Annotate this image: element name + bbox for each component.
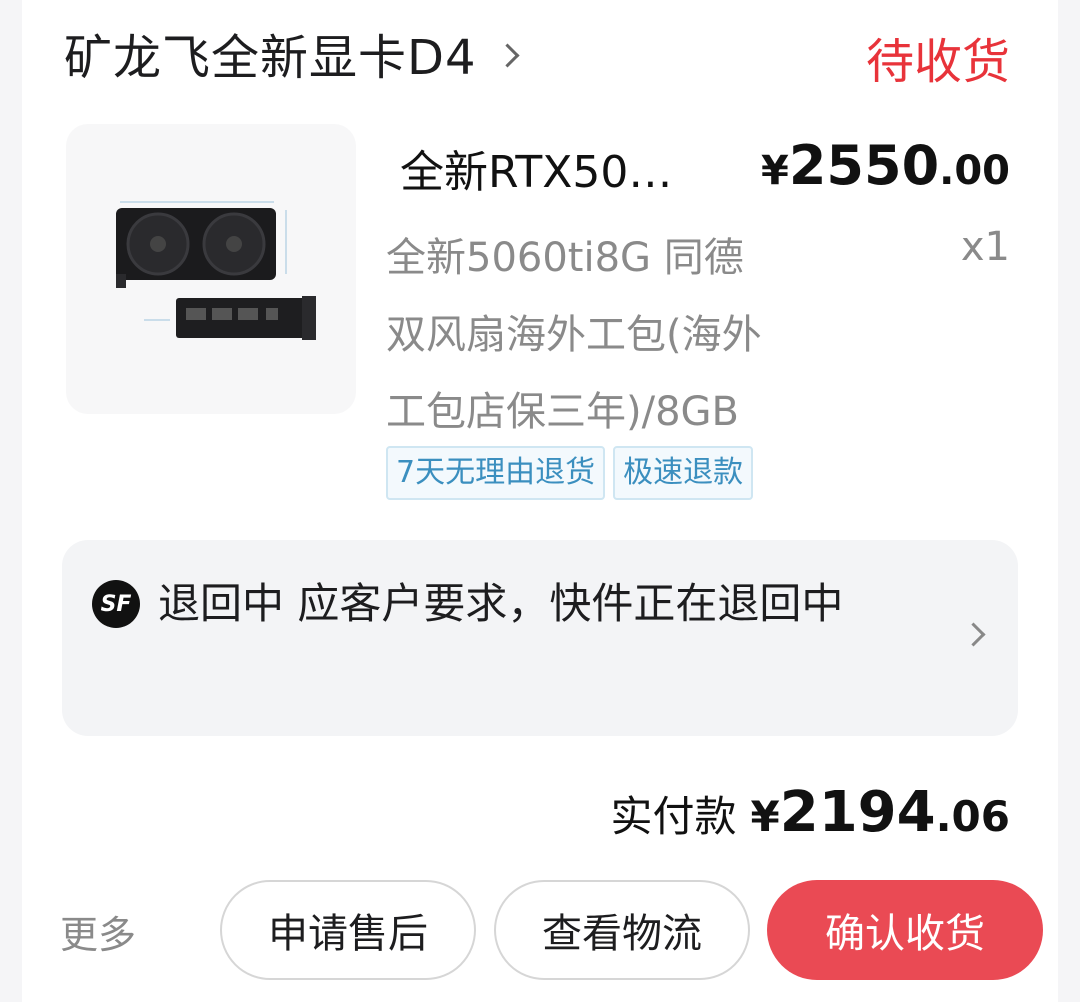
- amount-decimal: .06: [935, 792, 1010, 841]
- spec-line: 工包店保三年)/8GB: [386, 389, 739, 435]
- logistics-status: 退回中 应客户要求，快件正在退回中: [158, 579, 844, 628]
- chevron-right-icon: [961, 622, 986, 647]
- paid-label: 实付款: [610, 792, 737, 841]
- chevron-right-icon[interactable]: [494, 42, 520, 68]
- graphics-card-image: [116, 201, 316, 340]
- more-button[interactable]: 更多: [60, 904, 136, 959]
- service-tags: 7天无理由退货 极速退款: [386, 446, 754, 500]
- tag-return-policy: 7天无理由退货: [386, 446, 606, 500]
- product-image[interactable]: [66, 124, 356, 414]
- product-price: ¥2550.00: [761, 134, 1010, 197]
- after-sales-button[interactable]: 申请售后: [220, 880, 476, 980]
- product-quantity: x1: [960, 224, 1010, 270]
- order-card: 矿龙飞全新显卡D4 待收货 全新RTX50… ¥2550.00 全新5060ti…: [22, 0, 1058, 1002]
- confirm-receipt-button[interactable]: 确认收货: [767, 880, 1043, 980]
- view-logistics-button[interactable]: 查看物流: [494, 880, 750, 980]
- price-symbol: ¥: [761, 148, 789, 194]
- spec-line: 全新5060ti8G 同德: [386, 235, 744, 281]
- price-decimal: .00: [939, 148, 1010, 194]
- payment-summary: 实付款 ¥2194.06: [610, 780, 1010, 845]
- amount-symbol: ¥: [750, 792, 780, 841]
- paid-amount: ¥2194.06: [751, 780, 1011, 845]
- order-status: 待收货: [865, 34, 1010, 90]
- price-integer: 2550: [788, 134, 940, 197]
- logistics-panel[interactable]: SF 退回中 应客户要求，快件正在退回中: [62, 540, 1018, 736]
- spec-line: 双风扇海外工包(海外: [386, 312, 762, 358]
- tag-fast-refund: 极速退款: [613, 446, 754, 500]
- shop-header[interactable]: 矿龙飞全新显卡D4: [64, 18, 520, 88]
- product-title[interactable]: 全新RTX50…: [400, 136, 672, 200]
- amount-integer: 2194: [779, 780, 936, 845]
- shop-name[interactable]: 矿龙飞全新显卡D4: [64, 18, 477, 88]
- product-spec: 全新5060ti8G 同德 双风扇海外工包(海外 工包店保三年)/8GB: [386, 220, 876, 451]
